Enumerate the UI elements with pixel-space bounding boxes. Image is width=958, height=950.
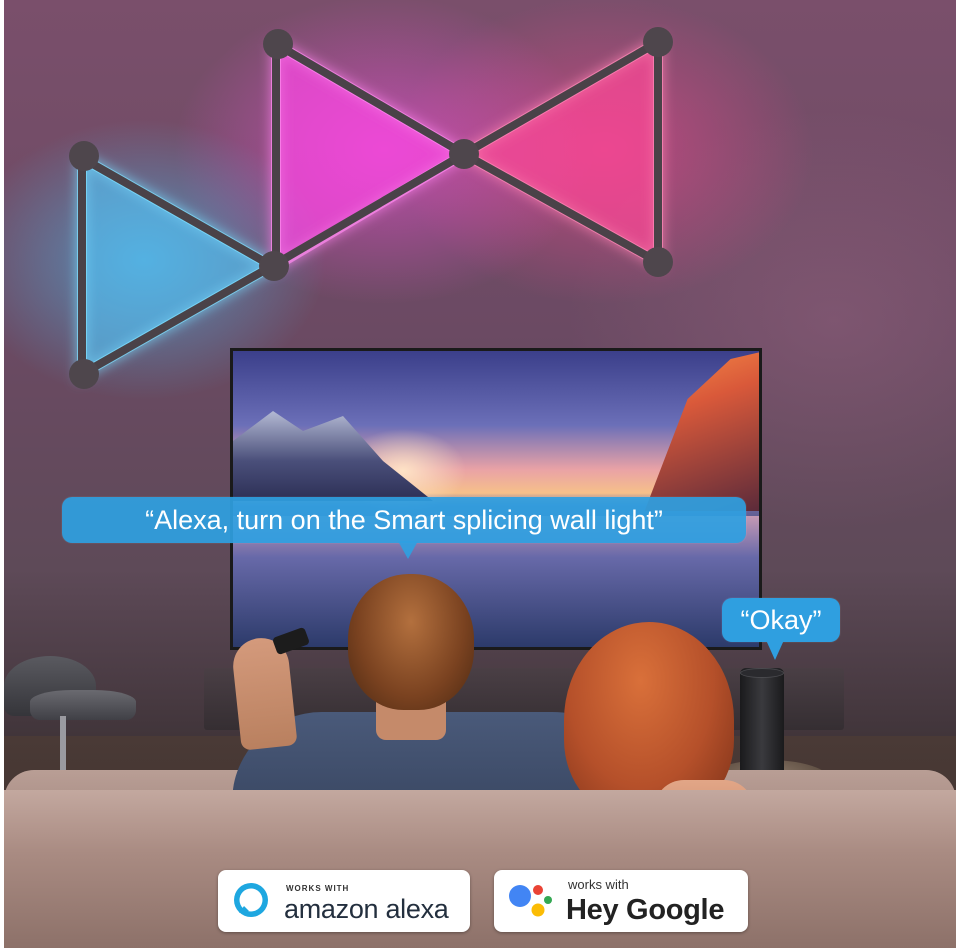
magenta-triangle-panel bbox=[271, 39, 474, 275]
man-head bbox=[348, 574, 474, 710]
google-badge-big-text: Hey Google bbox=[566, 894, 725, 926]
alexa-badge-small-text: WORKS WITH bbox=[286, 884, 350, 893]
assistant-reply-bubble: “Okay” bbox=[722, 598, 840, 660]
google-badge-small-text: works with bbox=[568, 877, 629, 892]
mountain-left bbox=[233, 411, 433, 501]
alexa-ring-icon bbox=[234, 883, 268, 917]
google-assistant-dots-icon bbox=[509, 885, 552, 917]
alexa-badge-big-text: amazon alexa bbox=[284, 894, 449, 924]
works-with-alexa-badge: WORKS WITH amazon alexa bbox=[218, 870, 470, 932]
product-scene: “Alexa, turn on the Smart splicing wall … bbox=[4, 0, 956, 948]
pink-triangle-panel bbox=[461, 33, 663, 271]
cyan-triangle-panel bbox=[77, 153, 283, 383]
sofa bbox=[4, 790, 956, 948]
works-with-google-badge: works with Hey Google bbox=[494, 870, 748, 932]
triangle-wall-light bbox=[69, 27, 673, 389]
chair-leg bbox=[60, 716, 66, 776]
lounge-chair bbox=[4, 656, 138, 786]
chair-seat-lower bbox=[30, 690, 136, 720]
voice-command-bubble: “Alexa, turn on the Smart splicing wall … bbox=[62, 497, 746, 559]
mountain-right bbox=[644, 351, 759, 511]
